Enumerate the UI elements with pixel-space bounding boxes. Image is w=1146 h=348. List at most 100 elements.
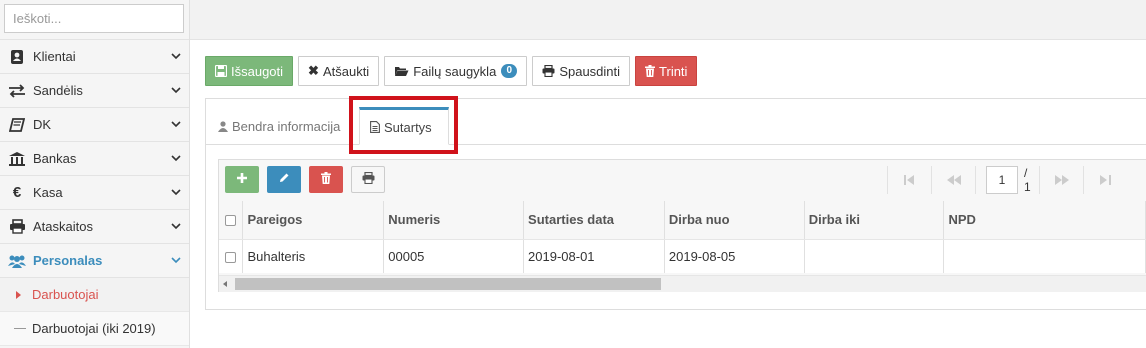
sidebar-item-label: Klientai [33,49,76,64]
column-header[interactable]: Sutarties data [523,201,665,240]
column-header[interactable]: Numeris [383,201,525,240]
file-storage-label: Failų saugykla [413,63,497,79]
printer-icon [362,171,375,187]
print-button-label: Spausdinti [559,63,621,79]
sidebar-item-label: Ataskaitos [33,219,93,234]
previous-page-button[interactable] [931,166,975,194]
page-number-input[interactable] [986,166,1018,194]
select-all-cell [219,201,244,240]
contracts-table: Pareigos Numeris Sutarties data Dirba nu… [219,201,1146,273]
column-header[interactable]: Pareigos [242,201,385,240]
delete-button[interactable]: Trinti [635,56,698,86]
chevron-down-icon [171,222,181,232]
active-marker-icon [16,291,21,299]
highlight-frame [349,96,458,154]
table-cell[interactable]: Buhalteris [242,239,385,273]
pager: / 1 [887,166,1127,194]
sidebar-item-bankas[interactable]: Bankas [0,142,189,176]
horizontal-scrollbar[interactable] [219,275,1146,292]
chevron-down-icon [171,188,181,198]
sidebar-submenu: Darbuotojai Darbuotojai (iki 2019) [0,278,189,346]
chevron-down-icon [171,154,181,164]
cancel-button-label: Atšaukti [322,63,370,79]
close-icon: ✖ [308,63,319,78]
scrollbar-thumb[interactable] [235,278,661,290]
search-input[interactable] [4,4,184,33]
table-cell[interactable] [804,239,945,273]
sidebar: Klientai Sandėlis DK Bankas € Kasa Atask… [0,0,190,348]
folder-open-icon [394,65,409,77]
tab-label: Bendra informacija [232,118,341,134]
printer-icon [7,219,27,235]
sidebar-search [0,0,189,40]
delete-row-button[interactable] [309,166,343,193]
last-page-icon [1100,173,1111,188]
column-header[interactable]: NPD [943,201,1146,240]
table-cell[interactable]: 2019-08-01 [523,239,665,273]
row-checkbox[interactable] [225,251,237,263]
tab-strip: Bendra informacija Sutartys [206,99,1146,145]
file-count-badge: 0 [501,64,518,78]
trash-icon [645,65,656,77]
euro-icon: € [12,184,22,201]
floppy-disk-icon [215,65,227,77]
add-row-button[interactable] [225,166,259,193]
grid-toolbar: / 1 [219,160,1146,200]
print-button[interactable]: Spausdinti [532,56,631,86]
trash-icon [321,172,331,187]
user-icon [218,120,228,132]
page-total: / 1 [1024,166,1031,194]
users-icon [7,253,27,269]
sidebar-item-label: Personalas [33,253,103,268]
bank-icon [7,151,27,167]
table-cell[interactable] [943,239,1146,273]
fast-forward-icon [1054,173,1069,188]
sidebar-item-label: Sandėlis [33,83,83,98]
pencil-icon [278,172,290,187]
table-row[interactable]: Buhalteris 00005 2019-08-01 2019-08-05 [219,239,1146,273]
sidebar-item-label: Bankas [33,151,77,166]
sidebar-subitem-label: Darbuotojai [32,287,99,302]
printer-icon [542,65,555,77]
save-button[interactable]: Išsaugoti [205,56,294,86]
form-toolbar: Išsaugoti ✖ Atšaukti Failų saugykla 0 Sp… [205,56,698,86]
sidebar-item-personalas[interactable]: Personalas [0,244,189,278]
sidebar-subitem-label: Darbuotojai (iki 2019) [32,321,156,336]
next-page-button[interactable] [1039,166,1083,194]
plus-icon [236,172,248,187]
sidebar-item-ataskaitos[interactable]: Ataskaitos [0,210,189,244]
sidebar-item-sandelis[interactable]: Sandėlis [0,74,189,108]
chevron-down-icon [171,120,181,130]
contact-card-icon [7,49,27,65]
sidebar-item-label: Kasa [33,185,63,200]
sidebar-item-dk[interactable]: DK [0,108,189,142]
rewind-icon [946,173,961,188]
column-header[interactable]: Dirba iki [804,201,945,240]
chevron-down-icon [171,86,181,96]
sidebar-subitem-darbuotojai[interactable]: Darbuotojai [0,278,189,312]
delete-button-label: Trinti [659,63,688,79]
table-header-row: Pareigos Numeris Sutarties data Dirba nu… [219,201,1146,240]
select-all-checkbox[interactable] [225,215,237,227]
top-header [190,0,1146,40]
chevron-down-icon [171,52,181,62]
scroll-left-icon[interactable] [223,281,227,287]
last-page-button[interactable] [1083,166,1127,194]
first-page-button[interactable] [887,166,931,194]
tree-line [14,328,26,329]
contracts-grid: / 1 Pareigos Numeris Sutarties data Dirb… [218,159,1146,292]
chevron-down-icon [171,256,181,266]
page-selector: / 1 [975,166,1039,194]
column-header[interactable]: Dirba nuo [664,201,805,240]
cancel-button[interactable]: ✖ Atšaukti [298,56,380,86]
table-cell[interactable]: 00005 [383,239,525,273]
file-storage-button[interactable]: Failų saugykla 0 [384,56,528,86]
book-icon [7,117,27,133]
edit-row-button[interactable] [267,166,301,193]
table-cell[interactable]: 2019-08-05 [664,239,805,273]
sidebar-item-kasa[interactable]: € Kasa [0,176,189,210]
print-grid-button[interactable] [351,166,385,193]
tab-bendra-informacija[interactable]: Bendra informacija [208,107,350,145]
sidebar-item-klientai[interactable]: Klientai [0,40,189,74]
sidebar-subitem-darbuotojai-iki-2019[interactable]: Darbuotojai (iki 2019) [0,312,189,346]
